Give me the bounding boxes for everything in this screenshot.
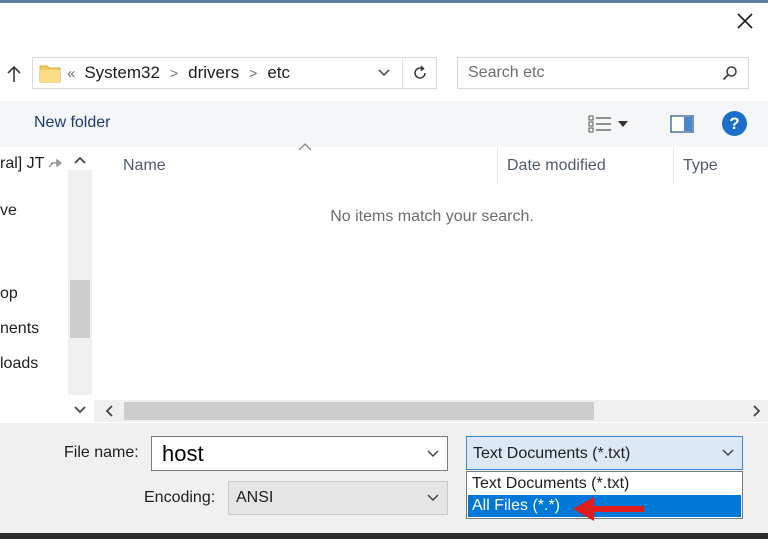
address-history-dropdown[interactable]: [372, 58, 396, 88]
chevron-down-icon: [427, 494, 439, 502]
file-name-label: File name:: [64, 444, 139, 461]
preview-pane-button[interactable]: [669, 112, 695, 136]
file-type-dropdown-button[interactable]: [718, 437, 738, 469]
nav-scrollbar-thumb[interactable]: [70, 280, 90, 338]
up-button[interactable]: [0, 60, 28, 88]
file-name-combobox[interactable]: [151, 436, 448, 471]
nav-item-documents[interactable]: nents: [0, 320, 39, 338]
chevron-down-icon: [427, 449, 439, 457]
empty-list-message: No items match your search.: [330, 208, 534, 225]
file-type-select[interactable]: Text Documents (*.txt): [466, 436, 743, 470]
chevron-right-icon[interactable]: >: [249, 65, 257, 81]
new-folder-button[interactable]: New folder: [34, 114, 110, 132]
red-arrow-annotation-icon: [573, 497, 644, 521]
chevron-down-icon: [378, 69, 390, 77]
file-name-input[interactable]: [162, 441, 422, 467]
scroll-right-button[interactable]: [746, 400, 768, 422]
chevron-right-icon: [753, 405, 761, 417]
command-bar: [0, 101, 768, 147]
chevron-down-icon: [74, 406, 86, 414]
search-icon[interactable]: [722, 65, 738, 81]
folder-icon: [39, 65, 61, 83]
file-name-dropdown-button[interactable]: [423, 437, 443, 470]
nav-scroll-down-button[interactable]: [68, 398, 92, 422]
window-frame-bottom: [0, 533, 768, 539]
encoding-label: Encoding:: [144, 489, 216, 506]
column-divider[interactable]: [497, 147, 498, 183]
file-list[interactable]: [94, 147, 768, 402]
caret-down-icon: [618, 121, 628, 127]
refresh-button[interactable]: [402, 58, 436, 88]
column-header-date-modified[interactable]: Date modified: [507, 157, 606, 175]
search-box[interactable]: [457, 57, 749, 89]
close-icon: [737, 13, 753, 29]
breadcrumb-etc[interactable]: etc: [267, 63, 290, 83]
close-button[interactable]: [728, 6, 762, 36]
address-bar[interactable]: « System32 > drivers > etc: [32, 57, 437, 89]
file-type-option-text-documents[interactable]: Text Documents (*.txt): [468, 473, 741, 495]
details-view-icon: [588, 115, 611, 133]
nav-item-onedrive[interactable]: ve: [0, 202, 17, 220]
title-bar[interactable]: [0, 3, 768, 43]
chevron-right-icon[interactable]: >: [170, 65, 178, 81]
arrow-up-icon: [7, 65, 21, 82]
chevron-down-icon: [722, 449, 734, 457]
column-header-type[interactable]: Type: [683, 157, 718, 175]
nav-item-quick-access-folder[interactable]: ral] JT: [0, 155, 44, 173]
breadcrumb-system32[interactable]: System32: [84, 63, 160, 83]
nav-item-desktop[interactable]: op: [0, 285, 18, 303]
sort-ascending-icon: [298, 143, 312, 151]
chevron-up-icon: [74, 156, 86, 164]
pin-icon: [48, 158, 63, 168]
encoding-dropdown-button[interactable]: [423, 482, 443, 514]
refresh-icon: [413, 65, 426, 79]
breadcrumb-drivers[interactable]: drivers: [188, 63, 239, 83]
help-icon[interactable]: ?: [722, 111, 747, 136]
encoding-select[interactable]: ANSI: [228, 481, 448, 515]
breadcrumb-overflow[interactable]: «: [67, 65, 75, 82]
file-type-value: Text Documents (*.txt): [473, 445, 631, 462]
search-input[interactable]: [468, 64, 688, 82]
nav-item-downloads[interactable]: loads: [0, 355, 38, 373]
chevron-left-icon: [105, 405, 113, 417]
horizontal-scrollbar-thumb[interactable]: [124, 402, 594, 420]
nav-scroll-up-button[interactable]: [70, 150, 90, 170]
change-view-button[interactable]: [588, 112, 644, 136]
preview-pane-icon: [670, 115, 694, 133]
scroll-left-button[interactable]: [98, 400, 120, 422]
column-divider[interactable]: [673, 147, 674, 183]
column-header-name[interactable]: Name: [123, 157, 166, 175]
encoding-value: ANSI: [236, 489, 274, 506]
